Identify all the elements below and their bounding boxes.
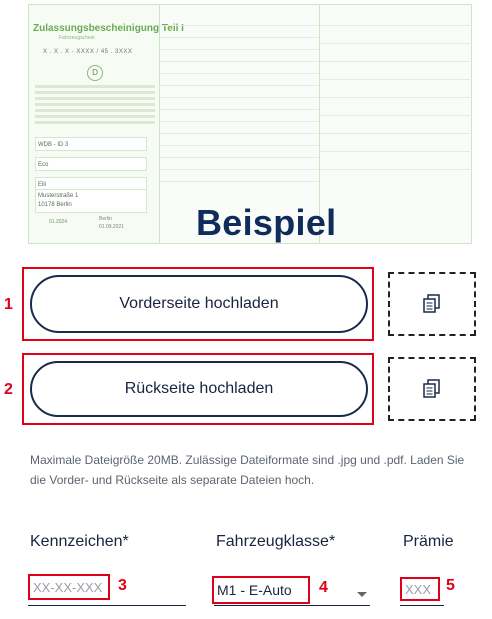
marker-3: 3 [118,577,127,594]
registration-document-preview: Zulassungsbescheinigung Teil I Fahrzeugs… [28,4,472,244]
upload-front-button[interactable]: Vorderseite hochladen [30,275,368,333]
doc-city: Berlin [99,216,112,222]
marker-5: 5 [446,577,455,594]
fahrzeugklasse-label: Fahrzeugklasse* [216,533,336,550]
doc-subtitle: Fahrzeugschein [59,35,95,41]
doc-right-grid [320,4,472,244]
back-dropzone[interactable] [388,357,476,421]
front-dropzone[interactable] [388,272,476,336]
example-watermark: Beispiel [196,202,337,243]
kennzeichen-label: Kennzeichen* [30,533,129,550]
kennzeichen-placeholder-frame[interactable]: XX-XX-XXX [28,574,110,600]
doc-text-lines [35,85,155,127]
doc-country-badge: D [87,65,103,81]
chevron-down-icon[interactable] [357,592,367,597]
doc-left-panel: Zulassungsbescheinigung Teil I Fahrzeugs… [28,4,184,244]
copy-icon [423,294,440,313]
upload-info-text: Maximale Dateigröße 20MB. Zulässige Date… [30,453,465,487]
marker-2: 2 [4,381,13,398]
kennzeichen-placeholder: XX-XX-XXX [33,579,103,595]
praemie-placeholder-frame[interactable]: XXX [400,577,440,601]
upload-front-label: Vorderseite hochladen [119,295,279,312]
doc-address-box: Musterstraße 1 10178 Berlin [35,189,147,213]
fahrzeugklasse-value: M1 - E-Auto [217,582,292,598]
praemie-placeholder: XXX [405,581,432,597]
upload-back-label: Rückseite hochladen [124,380,274,397]
praemie-label: Prämie [403,533,454,550]
doc-name-box-1: Eco [35,157,147,171]
doc-code: X . X . X - XXXX / 45 . 3XXX [43,49,133,55]
marker-4: 4 [319,579,328,596]
copy-icon [423,379,440,398]
fahrzeugklasse-value-frame[interactable]: M1 - E-Auto [212,576,310,604]
doc-date: 01.2024 [49,219,68,225]
upload-back-button[interactable]: Rückseite hochladen [30,361,368,417]
marker-1: 1 [4,296,13,313]
doc-city-date: 01.09.2021 [99,224,125,230]
doc-vin-box: WDB - ID 3 [35,137,147,151]
